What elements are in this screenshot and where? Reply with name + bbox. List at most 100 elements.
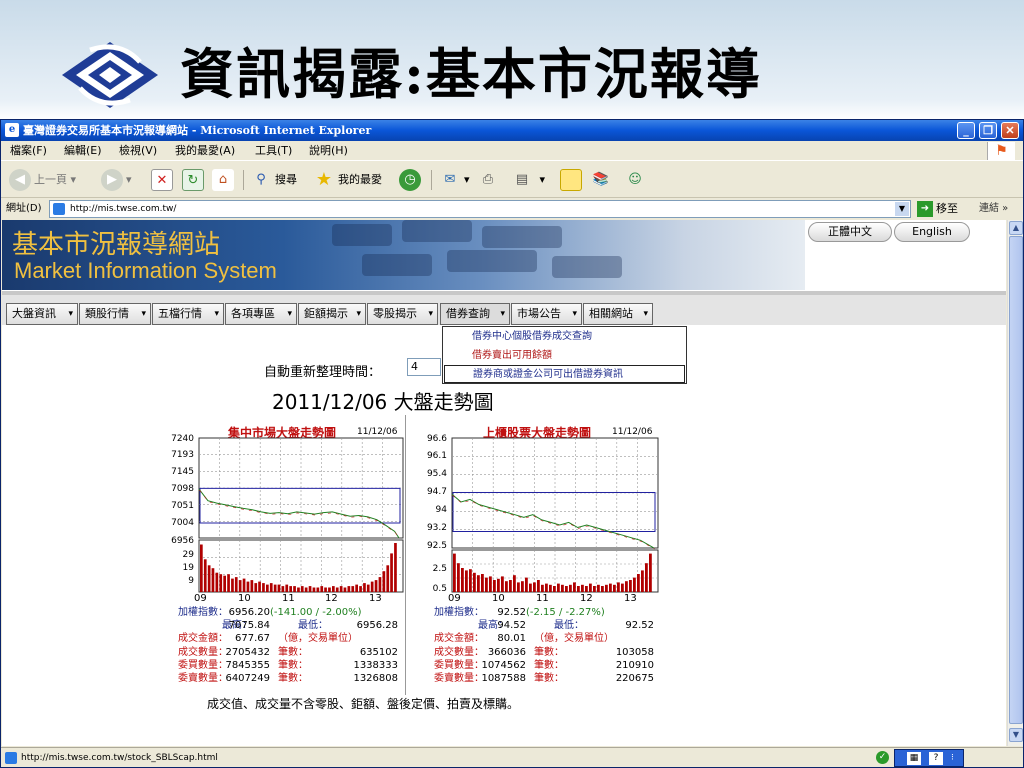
- chart2-ytick: 92.5: [426, 541, 447, 551]
- mail-button[interactable]: ✉ ▾: [439, 168, 470, 192]
- stats-cell: 委賣數量：: [178, 672, 228, 684]
- nav-related-sites[interactable]: 相關網站: [583, 303, 653, 325]
- volume-bar: [533, 582, 536, 592]
- volume-bar: [308, 586, 312, 592]
- history-button[interactable]: ◷: [399, 168, 424, 192]
- menu-tools[interactable]: 工具(T): [255, 141, 292, 161]
- scroll-down-icon[interactable]: ▼: [1009, 728, 1023, 742]
- chart1-xtick: 10: [238, 593, 251, 604]
- chart1-xtick: 13: [369, 593, 382, 604]
- print-button[interactable]: ⎙: [477, 168, 502, 192]
- refresh-button[interactable]: ↻: [182, 168, 207, 192]
- volume-bar: [219, 574, 223, 592]
- minimize-button[interactable]: _: [957, 122, 975, 139]
- volume-bar: [355, 584, 358, 592]
- window-titlebar[interactable]: e 臺灣證券交易所基本市況報導網站 - Microsoft Internet E…: [1, 120, 1023, 141]
- stop-button[interactable]: ✕: [151, 168, 176, 192]
- menu-view[interactable]: 檢視(V): [119, 141, 157, 161]
- stats-cell: 2705432: [225, 646, 270, 658]
- chart1-title: 集中市場大盤走勢圖: [228, 426, 337, 440]
- volume-bar: [613, 584, 616, 592]
- system-tray: ▦ ? ⁝: [894, 749, 964, 767]
- favorites-button[interactable]: ★ 我的最愛: [313, 168, 382, 192]
- menu-file[interactable]: 檔案(F): [10, 141, 47, 161]
- refresh-interval-input[interactable]: 4: [407, 358, 441, 376]
- dropdown-item-lendable-securities[interactable]: 證券商或證金公司可出借證券資訊: [444, 365, 685, 383]
- back-button[interactable]: ◀ 上一頁 ▾: [9, 168, 76, 192]
- site-nav: 大盤資訊 類股行情 五檔行情 各項專區 鉅額揭示 零股揭示 借券查詢 市場公告 …: [2, 291, 1006, 325]
- web-page: 基本市況報導網站 Market Information System 正體中文 …: [2, 220, 1006, 746]
- ie-icon: e: [5, 123, 19, 137]
- lang-english-button[interactable]: English: [894, 222, 970, 242]
- nav-market-notices[interactable]: 市場公告: [511, 303, 582, 325]
- page-title: 2011/12/06 大盤走勢圖: [272, 390, 494, 414]
- stats-cell: 92.52: [625, 620, 654, 632]
- nav-sbl-query[interactable]: 借券查詢: [440, 303, 510, 325]
- volume-bar: [366, 584, 370, 592]
- keyboard-decoration: [362, 254, 432, 276]
- restore-button[interactable]: ❐: [979, 122, 997, 139]
- research-icon: 📚: [592, 172, 610, 187]
- nav-sector-quotes[interactable]: 類股行情: [79, 303, 151, 325]
- stats-cell: 210910: [615, 659, 654, 671]
- edit-button[interactable]: ▤ ▾: [511, 168, 545, 192]
- reference-box: [452, 491, 656, 532]
- address-input[interactable]: http://mis.twse.com.tw/ ▼: [49, 200, 911, 218]
- go-button[interactable]: ➜ 移至: [917, 199, 958, 219]
- volume-bar: [312, 587, 316, 592]
- menu-help[interactable]: 說明(H): [309, 141, 348, 161]
- scrollbar-thumb[interactable]: [1009, 236, 1023, 724]
- research-button[interactable]: 📚: [590, 168, 615, 192]
- volume-bar: [617, 582, 620, 592]
- nav-block-trades[interactable]: 鉅額揭示: [298, 303, 366, 325]
- stats-cell: 最低：: [554, 620, 584, 632]
- chart1-ytick: 7240: [171, 434, 194, 444]
- nav-odd-lot[interactable]: 零股揭示: [367, 303, 438, 325]
- keyboard-icon[interactable]: ▦: [907, 752, 921, 765]
- edit-document-icon: ▤: [515, 172, 529, 187]
- menu-edit[interactable]: 編輯(E): [64, 141, 102, 161]
- go-arrow-icon: ➜: [917, 201, 933, 217]
- home-button[interactable]: ⌂: [212, 168, 237, 192]
- footnote: 成交值、成交量不含零股、鉅額、盤後定價、拍賣及標購。: [207, 697, 520, 711]
- volume-bar: [537, 580, 540, 592]
- volume-bar: [300, 586, 304, 592]
- dropdown-item-short-sale-balance[interactable]: 借券賣出可用餘額: [444, 347, 685, 365]
- nav-market-info[interactable]: 大盤資訊: [6, 303, 78, 325]
- chart2-xtick: 13: [624, 593, 637, 604]
- volume-bar: [231, 578, 234, 592]
- discuss-button[interactable]: [560, 168, 585, 192]
- close-button[interactable]: ✕: [1001, 122, 1019, 139]
- chart2-ytick: 95.4: [426, 469, 447, 479]
- vertical-scrollbar[interactable]: ▲ ▼: [1007, 220, 1023, 746]
- scroll-up-icon[interactable]: ▲: [1009, 221, 1023, 235]
- messenger-button[interactable]: ☺: [624, 168, 649, 192]
- stats-cell: 加權指數：: [178, 607, 228, 618]
- chevron-down-icon[interactable]: ▼: [895, 202, 909, 216]
- volume-bar: [351, 586, 355, 592]
- links-button[interactable]: 連結 »: [979, 199, 1008, 219]
- volume-plot-area: [198, 539, 404, 593]
- note-icon: [560, 169, 582, 191]
- help-icon[interactable]: ?: [929, 752, 943, 765]
- volume-bar: [359, 586, 362, 592]
- volume-bar: [390, 553, 393, 592]
- nav-five-level-quotes[interactable]: 五檔行情: [152, 303, 224, 325]
- stats-row: 委賣數量： 1087588 筆數： 220675: [434, 672, 656, 685]
- search-button[interactable]: ⚲ 搜尋: [250, 168, 297, 192]
- nav-special-sections[interactable]: 各項專區: [225, 303, 297, 325]
- stats-cell: (-141.00 / -2.00%): [270, 607, 362, 618]
- stats-cell: 6407249: [225, 672, 270, 684]
- menu-favorites[interactable]: 我的最愛(A): [175, 141, 235, 161]
- dropdown-item-sbl-trades[interactable]: 借券中心個股借券成交查詢: [444, 328, 685, 346]
- volume-bar: [585, 586, 588, 592]
- stats-cell: 7075.84: [228, 620, 270, 632]
- lang-chinese-button[interactable]: 正體中文: [808, 222, 892, 242]
- volume-bar: [332, 586, 335, 592]
- chart2-stats: 加權指數： 92.52 (-2.15 / -2.27%) 最高： 94.52 最低： 92.…: [434, 606, 656, 685]
- forward-button[interactable]: ▶ ▾: [101, 168, 132, 192]
- back-arrow-icon: ◀: [9, 169, 31, 191]
- chart1-ytick: 19: [182, 563, 194, 573]
- chart2-ytick: 94: [435, 505, 447, 515]
- tray-options-icon[interactable]: ⁝: [951, 750, 954, 766]
